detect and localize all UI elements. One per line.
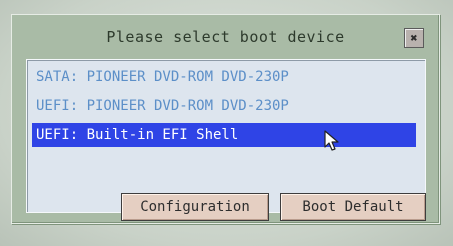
close-icon: ✖: [410, 31, 418, 45]
boot-device-item[interactable]: SATA: PIONEER DVD-ROM DVD-230P: [32, 65, 416, 89]
boot-device-dialog: Please select boot device ✖ SATA: PIONEE…: [11, 14, 440, 224]
boot-device-item-selected[interactable]: UEFI: Built-in EFI Shell: [32, 123, 416, 147]
screen: Please select boot device ✖ SATA: PIONEE…: [0, 0, 453, 246]
dialog-title: Please select boot device: [106, 28, 345, 46]
boot-default-button[interactable]: Boot Default: [280, 193, 426, 221]
mouse-pointer-icon: [324, 130, 339, 151]
boot-device-list: SATA: PIONEER DVD-ROM DVD-230P UEFI: PIO…: [26, 59, 426, 221]
close-button[interactable]: ✖: [404, 28, 424, 48]
configuration-button[interactable]: Configuration: [121, 193, 269, 221]
boot-device-item[interactable]: UEFI: PIONEER DVD-ROM DVD-230P: [32, 94, 416, 118]
